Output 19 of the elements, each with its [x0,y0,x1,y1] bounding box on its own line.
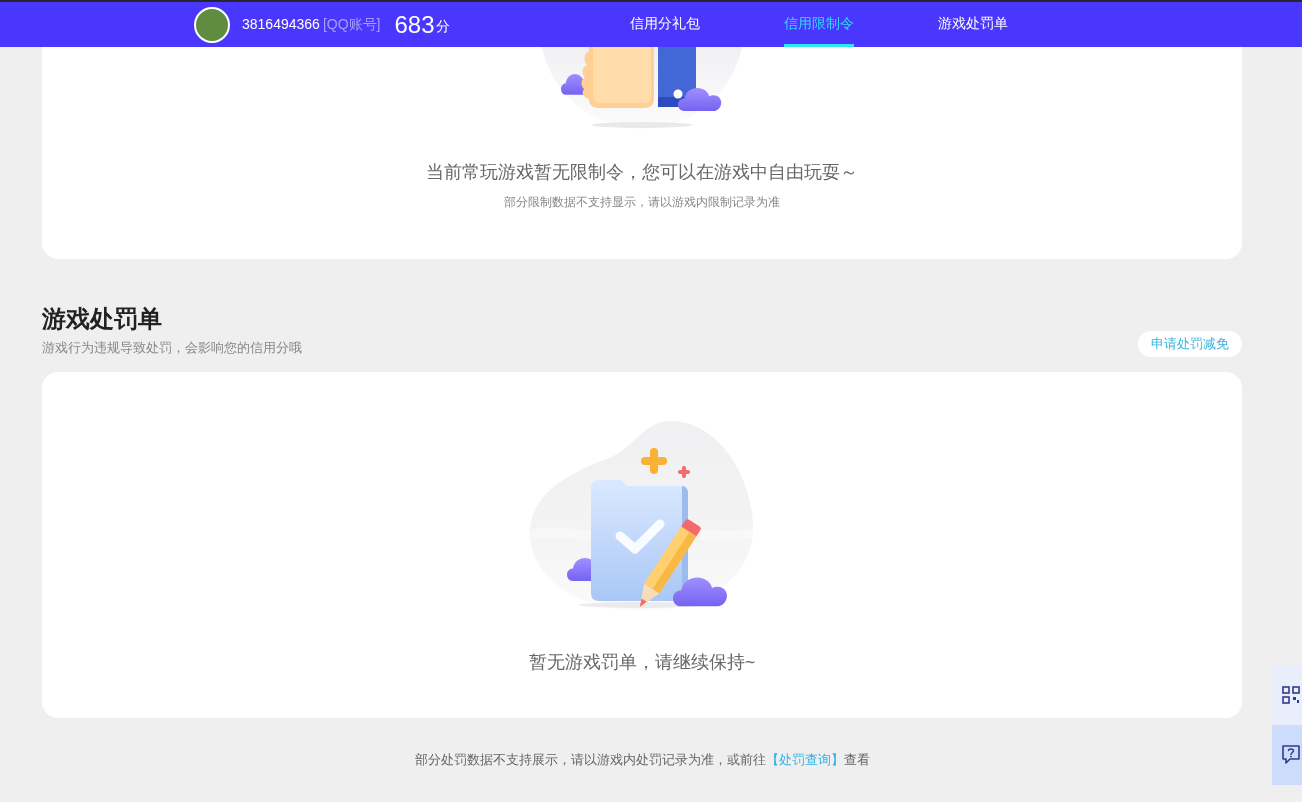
user-avatar [194,6,230,43]
chat-question-icon [1282,745,1300,765]
qr-code-icon [1282,686,1300,704]
penalty-query-link[interactable]: 【处罚查询】 [765,752,844,767]
help-chat-button[interactable] [1272,725,1302,785]
account-id: 3816494366 [242,15,320,34]
section-title: 游戏处罚单 [42,304,163,334]
section-subtitle: 游戏行为违规导致处罚，会影响您的信用分哦 [42,339,302,357]
restriction-data-note: 部分限制数据不支持显示，请以游戏内限制记录为准 [503,194,781,211]
nav-tab[interactable]: 游戏处罚单 [938,2,1008,47]
penalty-empty-message: 暂无游戏罚单，请继续保持~ [527,651,757,674]
apply-penalty-reduction-button[interactable]: 申请处罚减免 [1138,331,1242,357]
score-unit: 分 [436,17,451,36]
restriction-empty-message: 当前常玩游戏暂无限制令，您可以在游戏中自由玩耍～ [425,161,859,184]
qr-code-button[interactable] [1272,665,1302,725]
account-type: [QQ账号] [322,15,381,34]
footer-note: 部分处罚数据不支持展示，请以游戏内处罚记录为准，或前往【处罚查询】查看 [413,751,871,769]
credit-score: 683 [394,12,435,37]
nav-tab[interactable]: 信用分礼包 [630,2,700,47]
